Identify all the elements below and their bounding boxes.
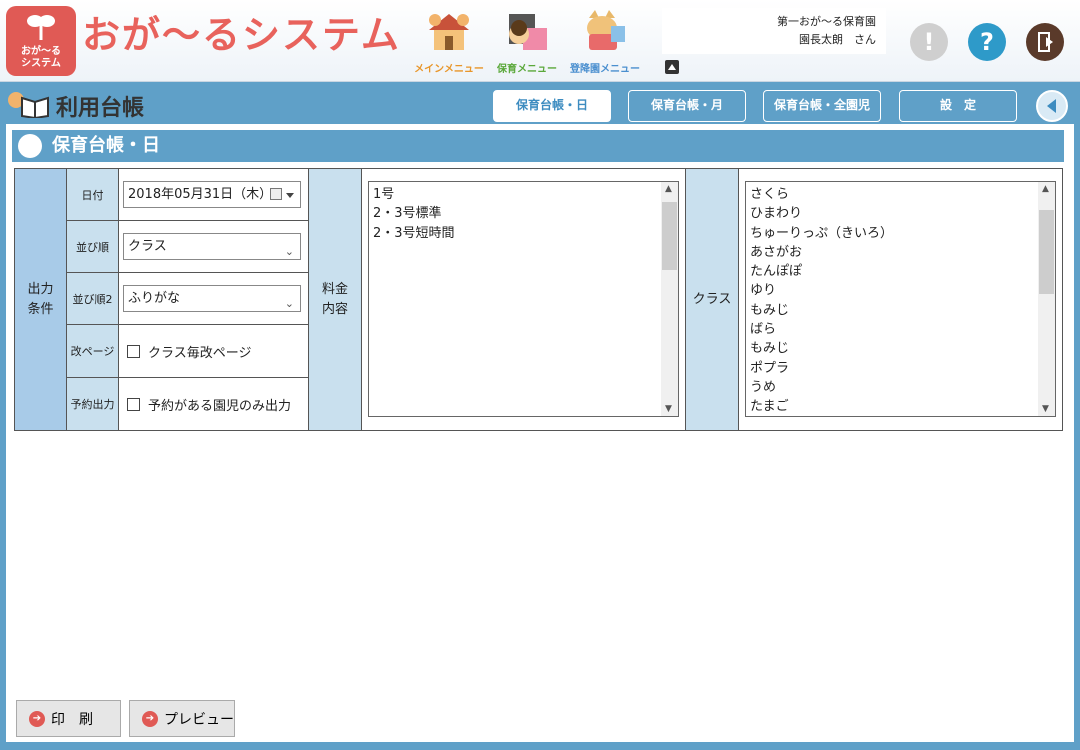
sort2-select[interactable]: ふりがな ⌄ [123, 285, 301, 312]
list-item[interactable]: もみじ [750, 301, 1051, 320]
logo-text-2: システム [21, 58, 61, 69]
childcare-menu-button[interactable]: 保育メニュー [488, 8, 566, 75]
reserve-output-option[interactable]: 予約がある園児のみ出力 [123, 395, 304, 414]
class-listbox[interactable]: さくら ひまわり ちゅーりっぷ（きいろ） あさがお たんぽぽ ゆり もみじ ばら… [745, 181, 1056, 417]
fee-label-2: 内容 [321, 301, 348, 317]
page-break-checkbox[interactable] [127, 344, 140, 358]
arrow-right-icon: ➔ [29, 710, 45, 727]
user-name: 園長太朗 さん [799, 33, 876, 46]
calendar-icon[interactable] [270, 188, 282, 200]
class-label: クラス [685, 168, 739, 431]
app-header: おが〜る システム おが〜るシステム メインメニュー 保育メニュー 登降園メニュ… [0, 0, 1080, 82]
list-item[interactable]: 2・3号標準 [373, 204, 674, 223]
sort2-value: ふりがな [128, 291, 181, 306]
page-break-label: 改ページ [66, 324, 119, 378]
sort2-label: 並び順2 [66, 272, 119, 325]
main-content: 保育台帳・日 出力 条件 日付 2018年05月31日（木） 料金 内容 1号 … [6, 124, 1074, 742]
list-item[interactable]: ばら [750, 320, 1051, 339]
scrollbar[interactable]: ▲ ▼ [1038, 182, 1055, 416]
list-item[interactable]: 2・3号短時間 [373, 224, 674, 243]
page-title: 利用台帳 [56, 96, 145, 121]
attendance-menu-label: 登降園メニュー [570, 64, 640, 75]
app-title: おが〜るシステム [82, 13, 401, 57]
scroll-thumb[interactable] [1039, 210, 1054, 294]
condition-label-2: 条件 [27, 301, 54, 317]
calendar-child-icon [509, 14, 547, 50]
reserve-output-checkbox[interactable] [127, 397, 140, 411]
chevron-down-icon: ⌄ [284, 297, 294, 310]
reserve-output-option-label: 予約がある園児のみ出力 [148, 398, 292, 414]
list-item[interactable]: さくら [750, 185, 1051, 204]
date-field[interactable]: 2018年05月31日（木） [123, 181, 301, 208]
scroll-down-icon[interactable]: ▼ [665, 404, 672, 414]
scroll-up-icon[interactable]: ▲ [1042, 184, 1049, 194]
list-item[interactable]: たんぽぽ [750, 262, 1051, 281]
condition-label: 出力 条件 [14, 168, 67, 431]
page-break-option-label: クラス毎改ページ [148, 345, 252, 361]
list-item[interactable]: ひまわり [750, 204, 1051, 223]
scroll-thumb[interactable] [662, 202, 677, 270]
tab-monthly-ledger[interactable]: 保育台帳・月 [628, 90, 746, 122]
sort-label: 並び順 [66, 220, 119, 273]
list-item[interactable]: もみじ [750, 339, 1051, 358]
print-button[interactable]: ➔ 印 刷 [16, 700, 121, 737]
book-icon [8, 92, 49, 118]
preview-label: プレビュー [164, 711, 234, 728]
tab-settings[interactable]: 設 定 [899, 90, 1017, 122]
main-menu-button[interactable]: メインメニュー [410, 8, 488, 75]
dropdown-arrow-icon[interactable] [286, 193, 294, 198]
user-menu-toggle[interactable] [665, 60, 679, 74]
list-item[interactable]: ポプラ [750, 359, 1051, 378]
list-item[interactable]: あさがお [750, 243, 1051, 262]
scroll-down-icon[interactable]: ▼ [1042, 404, 1049, 414]
list-item[interactable]: 1号 [373, 185, 674, 204]
scrollbar[interactable]: ▲ ▼ [661, 182, 678, 416]
list-item[interactable]: ちゅーりっぷ（きいろ） [750, 224, 1051, 243]
section-heading: 保育台帳・日 [12, 130, 1064, 162]
childcare-menu-label: 保育メニュー [497, 64, 557, 75]
section-title: 保育台帳・日 [52, 135, 160, 156]
page-break-option[interactable]: クラス毎改ページ [123, 342, 304, 361]
tab-all-children-ledger[interactable]: 保育台帳・全園児 [763, 90, 881, 122]
title-bar: 利用台帳 保育台帳・日 保育台帳・月 保育台帳・全園児 設 定 [0, 84, 1080, 124]
app-logo[interactable]: おが〜る システム [6, 6, 76, 76]
cat-device-icon [587, 10, 625, 50]
fee-label: 料金 内容 [308, 168, 362, 431]
date-value: 2018年05月31日（木） [128, 187, 273, 202]
preview-button[interactable]: ➔ プレビュー [129, 700, 235, 737]
circle-icon [18, 134, 42, 158]
house-icon [429, 14, 469, 50]
logout-icon[interactable] [1026, 23, 1064, 61]
fee-label-1: 料金 [321, 281, 348, 297]
back-icon[interactable] [1036, 90, 1068, 122]
output-conditions-form: 出力 条件 日付 2018年05月31日（木） 料金 内容 1号 2・3号標準 … [14, 168, 1063, 431]
user-info: 第一おが〜る保育園 園長太朗 さん [662, 8, 886, 54]
list-item[interactable]: ゆり [750, 281, 1051, 300]
alert-icon[interactable]: ! [910, 23, 948, 61]
logout-glyph [1038, 32, 1053, 52]
fee-listbox[interactable]: 1号 2・3号標準 2・3号短時間 ▲ ▼ [368, 181, 679, 417]
scroll-up-icon[interactable]: ▲ [665, 184, 672, 194]
date-label: 日付 [66, 168, 119, 221]
sort-select[interactable]: クラス ⌄ [123, 233, 301, 260]
list-item[interactable]: うめ [750, 378, 1051, 397]
facility-name: 第一おが〜る保育園 [777, 15, 876, 28]
help-icon[interactable]: ? [968, 23, 1006, 61]
arrow-right-icon: ➔ [142, 710, 158, 727]
tab-daily-ledger[interactable]: 保育台帳・日 [493, 90, 611, 122]
sort-value: クラス [128, 239, 167, 254]
main-menu-label: メインメニュー [414, 64, 484, 75]
attendance-menu-button[interactable]: 登降園メニュー [566, 8, 644, 75]
logo-text-1: おが〜る [21, 46, 61, 57]
sprout-icon [27, 15, 55, 40]
condition-label-1: 出力 [27, 281, 54, 297]
reserve-output-label: 予約出力 [66, 377, 119, 431]
print-label: 印 刷 [51, 711, 93, 728]
chevron-down-icon: ⌄ [284, 245, 294, 258]
list-item[interactable]: たまご [750, 397, 1051, 416]
